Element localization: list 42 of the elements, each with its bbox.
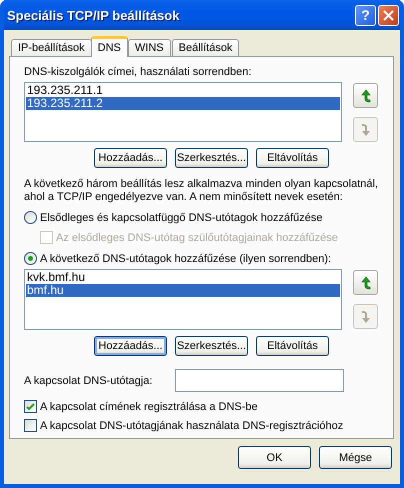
list-item[interactable]: 193.235.211.1	[26, 84, 340, 97]
list-item[interactable]: bmf.hu	[26, 284, 340, 297]
tab[interactable]: Beállítások	[172, 39, 240, 57]
list-action-button[interactable]: Hozzáadás...	[94, 148, 167, 168]
list-action-button[interactable]: Eltávolítás	[256, 148, 329, 168]
checkbox[interactable]	[24, 419, 37, 432]
tab[interactable]: DNS	[90, 36, 128, 57]
list-action-button[interactable]: Eltávolítás	[256, 336, 329, 356]
list-action-button[interactable]: Szerkesztés...	[175, 336, 248, 356]
option-label: A következő DNS-utótagok hozzáfűzése (ilyen sorrendben):	[40, 252, 332, 264]
list-box[interactable]: 193.235.211.1 193.235.211.2	[24, 82, 342, 142]
list-item[interactable]: kvk.bmf.hu	[26, 271, 340, 284]
list-box[interactable]: kvk.bmf.hu bmf.hu	[24, 269, 342, 330]
help-button[interactable]: ?	[355, 4, 376, 26]
checkbox-label: Az elsődleges DNS-utótag szülőutótagjainak hozzáfűzése	[56, 232, 338, 244]
tab[interactable]: IP-beállítások	[11, 39, 92, 57]
list-action-button[interactable]: Szerkesztés...	[175, 148, 248, 168]
checkbox[interactable]	[24, 400, 37, 413]
field-label: A kapcsolat DNS-utótagja:	[24, 374, 154, 386]
close-icon	[383, 10, 394, 20]
down-arrow-icon	[360, 122, 370, 136]
up-arrow-icon	[360, 276, 370, 290]
checkmark-icon	[26, 402, 35, 410]
close-button[interactable]	[378, 4, 399, 26]
checkbox-label: A kapcsolat DNS-utótagjának használata DNS-regisztrációhoz	[40, 420, 344, 432]
option-label: Elsődleges és kapcsolatfüggő DNS-utótagok hozzáfűzése	[40, 212, 323, 224]
list-item[interactable]: 193.235.211.2	[26, 97, 340, 110]
dialog-button[interactable]: OK	[238, 446, 311, 469]
down-arrow-icon	[360, 310, 370, 324]
move-up-button[interactable]	[353, 270, 378, 295]
section-label: DNS-kiszolgálók címei, használati sorrendben:	[24, 66, 252, 78]
input-field[interactable]	[175, 369, 344, 392]
description-text: A következő három beállítás lesz alkalmazva minden olyan kapcsolatnál, ahol a TCP/IP engedélyezve van. A nem minősített nevek esetén:	[24, 178, 380, 204]
checkbox-label: A kapcsolat címének regisztrálása a DNS-be	[40, 400, 258, 412]
dialog-button[interactable]: Mégse	[319, 446, 392, 469]
radio-button[interactable]	[24, 252, 37, 265]
radio-button[interactable]	[24, 211, 37, 224]
move-up-button[interactable]	[353, 83, 378, 108]
tab[interactable]: WINS	[128, 39, 171, 57]
window-title: Speciális TCP/IP beállítások	[7, 8, 180, 22]
list-action-button[interactable]: Hozzáadás...	[94, 336, 167, 356]
up-arrow-icon	[360, 88, 370, 102]
